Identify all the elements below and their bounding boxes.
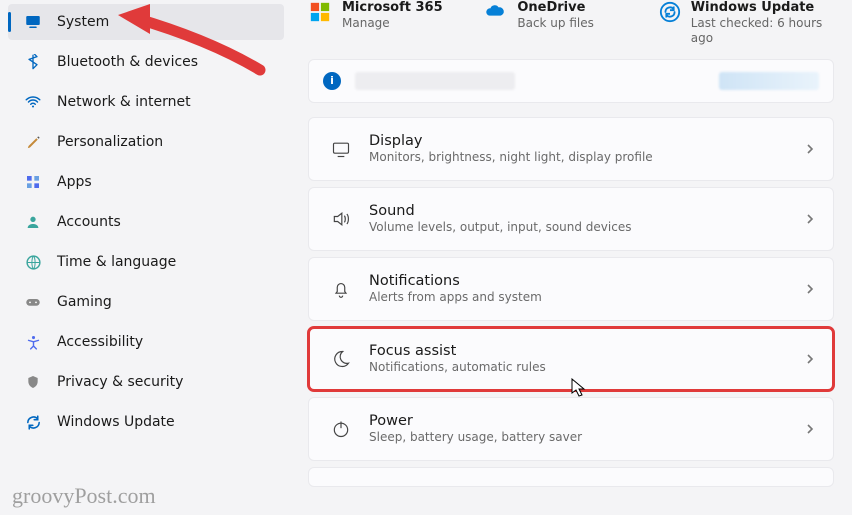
monitor-icon — [22, 11, 44, 33]
banner-redacted-link — [719, 72, 819, 90]
sidebar-item-update[interactable]: Windows Update — [8, 404, 284, 440]
quick-sub: Manage — [342, 16, 443, 32]
quick-card-onedrive[interactable]: OneDrive Back up files — [483, 0, 636, 47]
settings-card-focus-assist[interactable]: Focus assist Notifications, automatic ru… — [308, 327, 834, 391]
wifi-icon — [22, 91, 44, 113]
person-icon — [22, 211, 44, 233]
sidebar: System Bluetooth & devices Network & int… — [0, 0, 290, 515]
banner-redacted-text — [355, 72, 515, 90]
shield-icon — [22, 371, 44, 393]
sidebar-item-system[interactable]: System — [8, 4, 284, 40]
quick-card-windows-update[interactable]: Windows Update Last checked: 6 hours ago — [659, 0, 834, 47]
sidebar-item-apps[interactable]: Apps — [8, 164, 284, 200]
info-banner[interactable]: i — [308, 59, 834, 103]
sidebar-item-label: Windows Update — [57, 414, 175, 430]
globe-icon — [22, 251, 44, 273]
sidebar-item-accessibility[interactable]: Accessibility — [8, 324, 284, 360]
card-title: Notifications — [369, 272, 803, 291]
card-title: Focus assist — [369, 342, 803, 361]
sidebar-item-label: Time & language — [57, 254, 176, 270]
bell-icon — [319, 279, 363, 299]
apps-icon — [22, 171, 44, 193]
power-icon — [319, 419, 363, 439]
microsoft-365-icon — [308, 0, 332, 24]
sound-icon — [319, 209, 363, 229]
chevron-right-icon — [803, 284, 817, 294]
onedrive-icon — [483, 0, 507, 24]
sidebar-item-label: Gaming — [57, 294, 112, 310]
settings-card-power[interactable]: Power Sleep, battery usage, battery save… — [308, 397, 834, 461]
accessibility-icon — [22, 331, 44, 353]
quick-sub: Last checked: 6 hours ago — [691, 16, 834, 47]
settings-card-display[interactable]: Display Monitors, brightness, night ligh… — [308, 117, 834, 181]
sidebar-item-accounts[interactable]: Accounts — [8, 204, 284, 240]
chevron-right-icon — [803, 424, 817, 434]
card-sub: Volume levels, output, input, sound devi… — [369, 220, 803, 236]
sidebar-item-label: Accounts — [57, 214, 121, 230]
card-title: Display — [369, 132, 803, 151]
brush-icon — [22, 131, 44, 153]
sidebar-item-label: Privacy & security — [57, 374, 183, 390]
sidebar-item-bluetooth[interactable]: Bluetooth & devices — [8, 44, 284, 80]
quick-row: Microsoft 365 Manage OneDrive Back up fi… — [308, 0, 834, 59]
sidebar-item-label: Network & internet — [57, 94, 191, 110]
quick-card-microsoft365[interactable]: Microsoft 365 Manage — [308, 0, 461, 47]
sidebar-item-label: Accessibility — [57, 334, 143, 350]
sidebar-item-label: System — [57, 14, 109, 30]
main-content: Microsoft 365 Manage OneDrive Back up fi… — [290, 0, 852, 515]
sidebar-item-label: Bluetooth & devices — [57, 54, 198, 70]
chevron-right-icon — [803, 354, 817, 364]
sidebar-item-label: Personalization — [57, 134, 163, 150]
quick-sub: Back up files — [517, 16, 594, 32]
card-sub: Monitors, brightness, night light, displ… — [369, 150, 803, 166]
settings-card-sound[interactable]: Sound Volume levels, output, input, soun… — [308, 187, 834, 251]
info-icon: i — [323, 72, 341, 90]
quick-title: OneDrive — [517, 0, 594, 16]
quick-title: Microsoft 365 — [342, 0, 443, 16]
sidebar-item-gaming[interactable]: Gaming — [8, 284, 284, 320]
settings-card-notifications[interactable]: Notifications Alerts from apps and syste… — [308, 257, 834, 321]
chevron-right-icon — [803, 144, 817, 154]
card-title: Sound — [369, 202, 803, 221]
card-sub: Sleep, battery usage, battery saver — [369, 430, 803, 446]
sidebar-item-time[interactable]: Time & language — [8, 244, 284, 280]
moon-icon — [319, 349, 363, 369]
display-icon — [319, 139, 363, 159]
chevron-right-icon — [803, 214, 817, 224]
card-sub: Notifications, automatic rules — [369, 360, 803, 376]
gamepad-icon — [22, 291, 44, 313]
card-sub: Alerts from apps and system — [369, 290, 803, 306]
update-icon — [659, 0, 681, 24]
settings-card-partial[interactable] — [308, 467, 834, 487]
sidebar-item-privacy[interactable]: Privacy & security — [8, 364, 284, 400]
sidebar-item-network[interactable]: Network & internet — [8, 84, 284, 120]
update-icon — [22, 411, 44, 433]
quick-title: Windows Update — [691, 0, 834, 16]
sidebar-item-label: Apps — [57, 174, 92, 190]
sidebar-item-personalization[interactable]: Personalization — [8, 124, 284, 160]
bluetooth-icon — [22, 51, 44, 73]
card-title: Power — [369, 412, 803, 431]
